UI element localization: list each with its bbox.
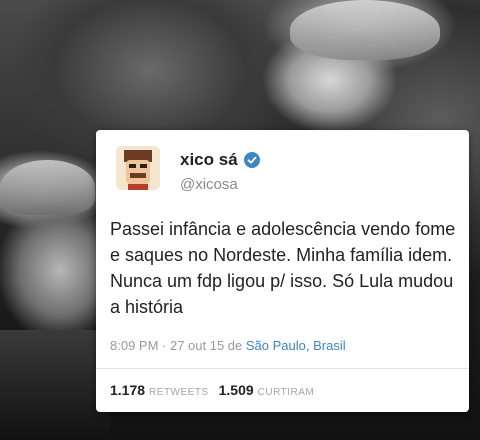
background-suit	[0, 330, 110, 440]
likes-label: CURTIRAM	[257, 387, 315, 398]
divider	[96, 368, 469, 369]
avatar[interactable]	[116, 146, 160, 190]
user-handle[interactable]: @xicosa	[180, 176, 238, 193]
background-cap	[0, 160, 95, 215]
tweet-meta: 8:09 PM · 27 out 15 de São Paulo, Brasil	[110, 338, 346, 353]
location-link[interactable]: São Paulo, Brasil	[246, 338, 346, 353]
name-row: xico sá	[180, 150, 260, 170]
retweets-count[interactable]: 1.178	[110, 382, 145, 398]
likes-count[interactable]: 1.509	[219, 382, 254, 398]
retweets-label: RETWEETS	[149, 387, 209, 398]
verified-check-icon	[243, 152, 260, 168]
tweet-stats: 1.178 RETWEETS 1.509 CURTIRAM	[110, 382, 324, 398]
tweet-text: Passei infância e adolescência vendo fom…	[110, 219, 456, 317]
display-name[interactable]: xico sá	[180, 150, 238, 170]
background-hat	[290, 0, 440, 60]
timestamp: 8:09 PM · 27 out 15 de	[110, 338, 246, 353]
tweet-card: xico sá @xicosa Passei infância e adoles…	[96, 130, 469, 412]
